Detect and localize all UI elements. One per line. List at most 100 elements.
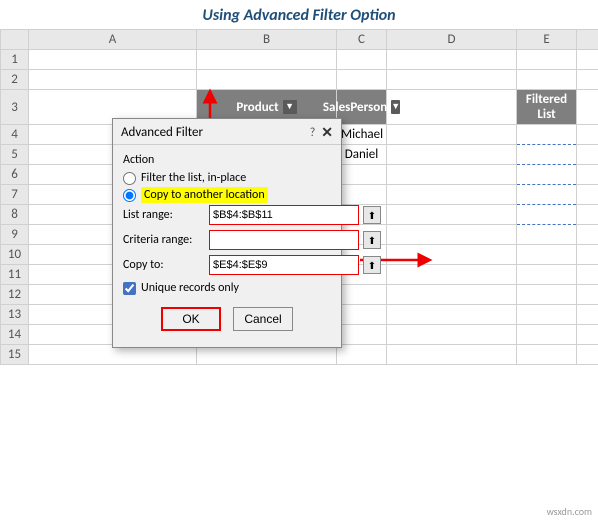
cell-c3-header[interactable]: SalesPerson ▼ [337,90,387,125]
list-range-button[interactable]: ⬆ [363,206,381,224]
cell-d10[interactable] [387,245,517,265]
cell-f9[interactable] [577,225,598,245]
dialog-body: Action Filter the list, in-place Copy to… [113,145,341,347]
copy-to-input[interactable] [209,255,359,275]
cell-c4[interactable]: Michael [337,125,387,145]
cell-d2[interactable] [387,70,517,90]
radio-inplace[interactable] [123,172,136,185]
filtered-list-header: Filtered List [517,90,577,125]
cell-f6[interactable] [577,165,598,185]
col-header-e: E [517,30,577,50]
criteria-range-input[interactable] [209,230,359,250]
radio-copy-row: Copy to another location [123,188,331,202]
radio-inplace-row: Filter the list, in-place [123,171,331,185]
cell-e7[interactable] [517,185,577,205]
row-num: 10 [1,245,29,265]
cell-f5[interactable] [577,145,598,165]
row-num: 3 [1,90,29,125]
criteria-select-icon: ⬆ [368,234,376,247]
action-label: Action [123,153,331,167]
spreadsheet: Using Advanced Filter Option A B C D E F [0,0,598,522]
unique-records-checkbox[interactable] [123,282,136,295]
cell-e1[interactable] [517,50,577,70]
range-select-icon: ⬆ [368,209,376,222]
row-num: 1 [1,50,29,70]
product-dropdown-icon[interactable]: ▼ [283,100,297,114]
cell-e5[interactable] [517,145,577,165]
cell-f11[interactable] [577,265,598,285]
dialog-footer: OK Cancel [123,303,331,339]
copy-to-row: Copy to: ⬆ [123,255,331,275]
dialog-title: Advanced Filter [121,125,203,140]
cell-f1[interactable] [577,50,598,70]
cell-f2[interactable] [577,70,598,90]
list-range-input[interactable] [209,205,359,225]
row-num: 11 [1,265,29,285]
table-row: 1 [1,50,598,70]
cell-f3[interactable] [577,90,598,125]
col-header-c: C [337,30,387,50]
watermark: wsxdn.com [547,505,592,518]
dialog-help-button[interactable]: ? [310,126,316,140]
dialog-controls: ? ✕ [310,124,333,141]
product-label: Product [236,100,278,115]
row-num: 8 [1,205,29,225]
cell-d11[interactable] [387,265,517,285]
cell-d7[interactable] [387,185,517,205]
cell-f7[interactable] [577,185,598,205]
radio-copy-label: Copy to another location [141,188,268,202]
radio-copy[interactable] [123,189,136,202]
ok-button[interactable]: OK [161,307,221,331]
col-header-f: F [577,30,598,50]
cell-c7[interactable] [337,185,387,205]
cell-a1[interactable] [29,50,197,70]
copy-select-icon: ⬆ [368,259,376,272]
criteria-range-button[interactable]: ⬆ [363,231,381,249]
cell-a2[interactable] [29,70,197,90]
cell-d5[interactable] [387,145,517,165]
cell-e9[interactable] [517,225,577,245]
cell-e6[interactable] [517,165,577,185]
cell-d8[interactable] [387,205,517,225]
table-row: 2 [1,70,598,90]
row-num: 9 [1,225,29,245]
cell-d9[interactable] [387,225,517,245]
cell-f8[interactable] [577,205,598,225]
salesperson-label: SalesPerson [323,100,387,115]
cancel-button[interactable]: Cancel [233,307,293,331]
cell-c5[interactable]: Daniel [337,145,387,165]
dialog-titlebar: Advanced Filter ? ✕ [113,119,341,145]
cell-e10[interactable] [517,245,577,265]
cell-d4[interactable] [387,125,517,145]
cell-e4[interactable] [517,125,577,145]
row-num: 4 [1,125,29,145]
cell-c1[interactable] [337,50,387,70]
criteria-range-label: Criteria range: [123,233,205,247]
advanced-filter-dialog: Advanced Filter ? ✕ Action Filter the li… [112,118,342,348]
cell-c6[interactable] [337,165,387,185]
copy-to-label: Copy to: [123,258,205,272]
dialog-close-button[interactable]: ✕ [321,124,333,141]
corner-cell [1,30,29,50]
cell-b2[interactable] [197,70,337,90]
cell-b1[interactable] [197,50,337,70]
cell-f10[interactable] [577,245,598,265]
cell-d6[interactable] [387,165,517,185]
row-num: 7 [1,185,29,205]
page-title: Using Advanced Filter Option [0,0,598,29]
cell-c2[interactable] [337,70,387,90]
cell-d3[interactable] [387,90,517,125]
cell-f4[interactable] [577,125,598,145]
cell-e11[interactable] [517,265,577,285]
unique-records-label: Unique records only [141,281,239,295]
cell-e2[interactable] [517,70,577,90]
radio-inplace-label: Filter the list, in-place [141,171,246,185]
row-num: 2 [1,70,29,90]
row-num: 5 [1,145,29,165]
copy-to-button[interactable]: ⬆ [363,256,381,274]
cell-d1[interactable] [387,50,517,70]
col-header-b: B [197,30,337,50]
cell-e8[interactable] [517,205,577,225]
unique-records-row: Unique records only [123,281,331,295]
salesperson-dropdown-icon[interactable]: ▼ [391,100,400,114]
